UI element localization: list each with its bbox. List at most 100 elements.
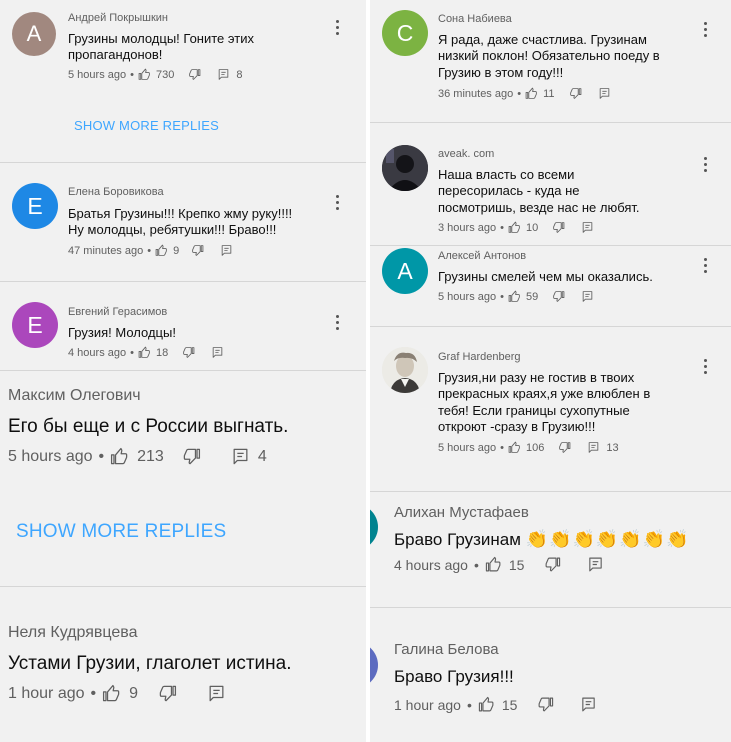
more-vert-icon[interactable] bbox=[704, 258, 708, 276]
comment-author[interactable]: Неля Кудрявцева bbox=[8, 624, 137, 642]
thumb-up-icon[interactable] bbox=[478, 696, 495, 713]
comment-time: 5 hours ago bbox=[68, 68, 127, 81]
thumb-up-icon[interactable] bbox=[508, 221, 521, 234]
thumb-down-icon[interactable] bbox=[188, 68, 201, 81]
comment-author[interactable]: Евгений Герасимов bbox=[68, 306, 167, 318]
avatar[interactable]: Е bbox=[12, 183, 58, 229]
comment-card: Graf Hardenberg Грузия,ни разу не гостив… bbox=[370, 327, 731, 492]
thumb-down-icon[interactable] bbox=[191, 244, 204, 257]
thumb-down-icon[interactable] bbox=[537, 696, 554, 713]
comment-card: А Андрей Покрышкин Грузины молодцы! Гони… bbox=[0, 0, 366, 163]
more-vert-icon[interactable] bbox=[704, 157, 708, 175]
avatar[interactable]: С bbox=[382, 10, 428, 56]
meta-dot: • bbox=[517, 87, 522, 100]
avatar[interactable] bbox=[382, 347, 428, 393]
avatar[interactable]: А bbox=[12, 12, 56, 56]
reply-count: 4 bbox=[257, 447, 267, 465]
reply-icon[interactable] bbox=[598, 87, 611, 100]
avatar[interactable]: А bbox=[382, 248, 428, 294]
comment-author[interactable]: Сона Набиева bbox=[438, 13, 512, 25]
avatar-photo bbox=[382, 145, 428, 191]
comment-card: Е Елена Боровикова Братья Грузины!!! Кре… bbox=[0, 163, 366, 282]
comment-time: 47 minutes ago bbox=[68, 244, 144, 257]
comment-time: 36 minutes ago bbox=[438, 87, 514, 100]
meta-dot: • bbox=[90, 684, 97, 702]
reply-icon[interactable] bbox=[587, 556, 604, 573]
comment-card: Максим Олегович Его бы еще и с России вы… bbox=[0, 371, 366, 587]
comment-card: Е Евгений Герасимов Грузия! Молодцы! 4 h… bbox=[0, 282, 366, 371]
avatar[interactable]: Е bbox=[12, 302, 58, 348]
comment-text: Я рада, даже счастлива. Грузинам низкий … bbox=[438, 32, 660, 80]
thumb-up-icon[interactable] bbox=[508, 290, 521, 303]
comment-card: Неля Кудрявцева Устами Грузии, глаголет … bbox=[0, 587, 366, 742]
comment-author[interactable]: Андрей Покрышкин bbox=[68, 12, 168, 24]
comment-card: Алихан Мустафаев Браво Грузинам 👏👏👏👏👏👏👏 … bbox=[370, 492, 731, 608]
thumb-up-icon[interactable] bbox=[102, 684, 121, 703]
thumb-down-icon[interactable] bbox=[569, 87, 582, 100]
avatar[interactable] bbox=[370, 504, 378, 550]
more-vert-icon[interactable] bbox=[336, 20, 340, 38]
reply-icon[interactable] bbox=[581, 221, 594, 234]
like-count: 15 bbox=[508, 556, 525, 573]
like-count: 59 bbox=[525, 290, 539, 303]
thumb-up-icon[interactable] bbox=[138, 346, 151, 359]
comment-text: Грузия! Молодцы! bbox=[68, 325, 176, 340]
comment-text: Грузины молодцы! Гоните этих пропагандон… bbox=[68, 31, 254, 63]
more-vert-icon[interactable] bbox=[336, 315, 340, 333]
comment-time: 1 hour ago bbox=[8, 684, 85, 702]
reply-icon[interactable] bbox=[231, 447, 250, 466]
comment-author[interactable]: Алихан Мустафаев bbox=[394, 504, 529, 521]
comment-text: Браво Грузинам 👏👏👏👏👏👏👏 bbox=[394, 528, 690, 551]
comment-meta: 36 minutes ago • 11 bbox=[438, 87, 611, 100]
show-more-replies-button[interactable]: SHOW MORE REPLIES bbox=[16, 521, 226, 543]
comment-author[interactable]: Галина Белова bbox=[394, 641, 499, 658]
meta-dot: • bbox=[500, 290, 504, 303]
thumb-down-icon[interactable] bbox=[182, 346, 195, 359]
left-comments-panel: А Андрей Покрышкин Грузины молодцы! Гони… bbox=[0, 0, 366, 742]
like-count: 9 bbox=[173, 244, 180, 257]
thumb-up-icon[interactable] bbox=[508, 441, 521, 454]
reply-icon[interactable] bbox=[580, 696, 597, 713]
comment-meta: 4 hours ago • 18 bbox=[68, 346, 224, 359]
thumb-up-icon[interactable] bbox=[525, 87, 538, 100]
reply-icon[interactable] bbox=[581, 290, 594, 303]
comment-time: 1 hour ago bbox=[394, 696, 461, 713]
comment-text-content: Браво Грузинам bbox=[394, 530, 521, 549]
thumb-up-icon[interactable] bbox=[155, 244, 168, 257]
thumb-up-icon[interactable] bbox=[138, 68, 151, 81]
comment-author[interactable]: Graf Hardenberg bbox=[438, 351, 521, 363]
thumb-down-icon[interactable] bbox=[552, 290, 565, 303]
comment-meta: 47 minutes ago • 9 bbox=[68, 244, 233, 257]
comment-text: Грузия,ни разу не гостив в твоих прекрас… bbox=[438, 370, 651, 434]
thumb-down-icon[interactable] bbox=[182, 447, 201, 466]
meta-dot: • bbox=[130, 346, 134, 359]
more-vert-icon[interactable] bbox=[336, 195, 340, 213]
avatar[interactable] bbox=[370, 642, 378, 688]
comment-card: А Алексей Антонов Грузины смелей чем мы … bbox=[370, 246, 731, 327]
more-vert-icon[interactable] bbox=[704, 22, 708, 40]
like-count: 730 bbox=[155, 68, 175, 81]
comment-text: Братья Грузины!!! Крепко жму руку!!!! Ну… bbox=[68, 206, 293, 238]
comment-author[interactable]: Алексей Антонов bbox=[438, 250, 526, 262]
thumb-down-icon[interactable] bbox=[552, 221, 565, 234]
thumb-down-icon[interactable] bbox=[558, 441, 571, 454]
thumb-up-icon[interactable] bbox=[485, 556, 502, 573]
reply-icon[interactable] bbox=[587, 441, 600, 454]
comment-author[interactable]: aveak. com bbox=[438, 148, 494, 160]
reply-icon[interactable] bbox=[220, 244, 233, 257]
avatar[interactable] bbox=[382, 145, 428, 191]
reply-icon[interactable] bbox=[207, 684, 226, 703]
comment-meta: 5 hours ago • 106 13 bbox=[438, 441, 619, 454]
show-more-replies-button[interactable]: SHOW MORE REPLIES bbox=[74, 118, 219, 133]
comment-meta: 1 hour ago • 15 bbox=[394, 696, 597, 713]
thumb-down-icon[interactable] bbox=[158, 684, 177, 703]
reply-icon[interactable] bbox=[217, 68, 230, 81]
thumb-up-icon[interactable] bbox=[110, 447, 129, 466]
more-vert-icon[interactable] bbox=[704, 359, 708, 377]
comment-card: С Сона Набиева Я рада, даже счастлива. Г… bbox=[370, 0, 731, 123]
reply-icon[interactable] bbox=[211, 346, 224, 359]
comment-author[interactable]: Максим Олегович bbox=[8, 387, 141, 405]
thumb-down-icon[interactable] bbox=[544, 556, 561, 573]
comment-text: Грузины смелей чем мы оказались. bbox=[438, 269, 653, 284]
comment-author[interactable]: Елена Боровикова bbox=[68, 186, 164, 198]
